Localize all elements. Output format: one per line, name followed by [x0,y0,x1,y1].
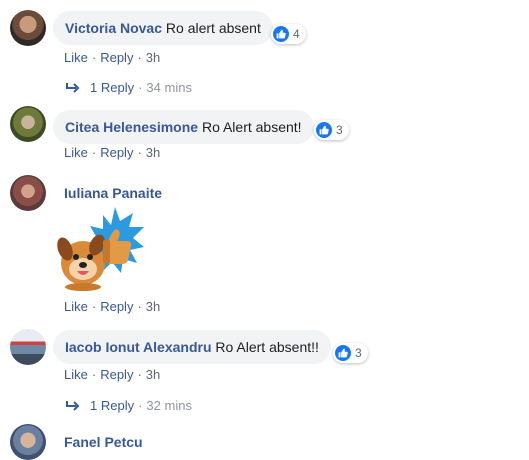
separator: · [137,50,142,65]
reaction-count[interactable]: 3 [314,120,349,140]
comment-author[interactable]: Iacob Ionut Alexandru [65,339,212,355]
comment-text: Ro Alert absent!! [215,339,319,355]
separator: · [91,50,97,65]
replies-count[interactable]: 1 Reply [90,80,134,96]
comment-author[interactable]: Iuliana Panaite [64,184,162,202]
avatar[interactable] [10,10,46,46]
replies-time: 34 mins [146,80,192,95]
view-replies-link[interactable]: 1 Reply · 34 mins [66,80,192,96]
like-button[interactable]: Like [64,299,88,314]
separator: · [138,80,143,95]
view-replies-link[interactable]: 1 Reply · 32 mins [66,398,192,414]
comment-bubble: Iacob Ionut Alexandru Ro Alert absent!! [53,330,331,364]
comment-actions: Like · Reply · 3h [64,50,160,66]
comment-text: Ro alert absent [165,20,261,36]
comment-actions: Like · Reply · 3h [64,145,160,161]
like-icon [335,345,351,361]
comment-bubble: Victoria Novac Ro alert absent [53,11,273,45]
comment-author[interactable]: Victoria Novac [65,20,162,36]
comment-text: Ro Alert absent! [201,119,302,135]
reaction-count-value: 4 [293,27,300,41]
reply-button[interactable]: Reply [100,367,133,382]
comment-time[interactable]: 3h [146,299,160,314]
reply-arrow-icon [66,401,80,411]
reply-button[interactable]: Reply [100,145,133,160]
avatar[interactable] [10,106,46,142]
separator: · [91,145,97,160]
like-button[interactable]: Like [64,367,88,382]
separator: · [137,367,142,382]
separator: · [137,145,142,160]
separator: · [137,299,142,314]
comment-bubble: Citea Helenesimone Ro Alert absent! [53,110,314,144]
separator: · [91,299,97,314]
comment-actions: Like · Reply · 3h [64,367,160,383]
comment-time[interactable]: 3h [146,50,160,65]
like-icon [273,26,289,42]
replies-count[interactable]: 1 Reply [90,398,134,414]
reply-arrow-icon [66,83,80,93]
comment-actions: Like · Reply · 3h [64,299,160,315]
avatar[interactable] [10,329,46,365]
comment-author[interactable]: Citea Helenesimone [65,119,198,135]
like-icon [316,122,332,138]
reaction-count-value: 3 [336,123,343,137]
separator: · [138,398,143,413]
reply-button[interactable]: Reply [100,50,133,65]
reaction-count-value: 3 [355,346,362,360]
reply-button[interactable]: Reply [100,299,133,314]
avatar[interactable] [10,175,46,211]
avatar[interactable] [10,424,46,460]
reaction-count[interactable]: 4 [271,24,306,44]
like-button[interactable]: Like [64,145,88,160]
comment-author[interactable]: Fanel Petcu [64,433,143,451]
comment-time[interactable]: 3h [146,367,160,382]
like-button[interactable]: Like [64,50,88,65]
separator: · [91,367,97,382]
replies-time: 32 mins [146,398,192,413]
comment-time[interactable]: 3h [146,145,160,160]
thumbs-up-puppy-sticker [57,207,144,291]
reaction-count[interactable]: 3 [333,343,368,363]
